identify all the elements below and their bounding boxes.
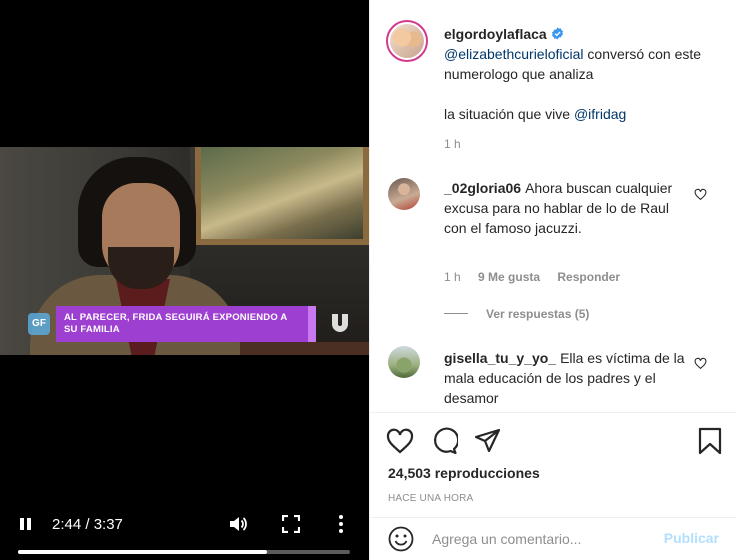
like-heart-icon[interactable] bbox=[386, 427, 414, 455]
lower-third-text: AL PARECER, FRIDA SEGUIRÁ EXPONIENDO A S… bbox=[64, 312, 288, 335]
more-options-icon[interactable] bbox=[336, 514, 346, 534]
comment-username[interactable]: gisella_tu_y_yo_ bbox=[444, 350, 556, 366]
comment-likes[interactable]: 9 Me gusta bbox=[478, 270, 540, 284]
comment-item: gisella_tu_y_yo_ Ella es víctima de la ma… bbox=[444, 348, 688, 408]
comment-input[interactable] bbox=[432, 528, 662, 550]
commenter-avatar[interactable] bbox=[388, 346, 420, 378]
emoji-icon[interactable] bbox=[388, 526, 414, 552]
video-progress-fill bbox=[18, 550, 267, 554]
time-display: 2:44 / 3:37 bbox=[52, 516, 123, 533]
post-sidebar: elgordoylaflaca @elizabethcurieloficial … bbox=[369, 0, 736, 560]
publish-button[interactable]: Publicar bbox=[664, 530, 719, 546]
like-comment-heart-icon[interactable] bbox=[694, 188, 707, 201]
reply-button[interactable]: Responder bbox=[557, 270, 620, 284]
view-replies-button[interactable]: Ver respuestas (5) bbox=[444, 307, 589, 321]
commenter-avatar[interactable] bbox=[388, 178, 420, 210]
comment-item: _02gloria06 Ahora buscan cualquier excusa… bbox=[444, 178, 688, 238]
lower-third-caption: AL PARECER, FRIDA SEGUIRÁ EXPONIENDO A S… bbox=[56, 306, 316, 342]
comment-icon[interactable] bbox=[430, 427, 458, 455]
shelf bbox=[230, 342, 369, 355]
network-logo-icon bbox=[332, 314, 348, 332]
wall-painting bbox=[195, 147, 369, 245]
comment-meta: 1 h 9 Me gusta Responder bbox=[444, 270, 634, 284]
channel-logo: GF bbox=[28, 313, 50, 335]
post-time: 1 h bbox=[444, 137, 461, 151]
view-count[interactable]: 24,503 reproducciones bbox=[388, 465, 540, 481]
comment-username[interactable]: _02gloria06 bbox=[444, 180, 521, 196]
lower-third-stripe bbox=[308, 306, 316, 342]
post-username[interactable]: elgordoylaflaca bbox=[444, 26, 547, 42]
video-player[interactable]: GF AL PARECER, FRIDA SEGUIRÁ EXPONIENDO … bbox=[0, 0, 369, 560]
video-progress-bar[interactable] bbox=[18, 550, 350, 554]
comment-time: 1 h bbox=[444, 270, 461, 284]
save-bookmark-icon[interactable] bbox=[696, 427, 724, 455]
verified-badge-icon bbox=[551, 27, 563, 40]
caption-text-2: la situación que vive bbox=[444, 106, 574, 122]
caption-mention-2[interactable]: @ifridag bbox=[574, 106, 626, 122]
account-avatar[interactable] bbox=[386, 20, 428, 62]
post-caption: elgordoylaflaca @elizabethcurieloficial … bbox=[444, 24, 720, 124]
video-controls: 2:44 / 3:37 bbox=[0, 500, 369, 560]
pause-button[interactable] bbox=[18, 516, 34, 532]
add-comment-bar: Publicar bbox=[370, 517, 736, 560]
caption-mention[interactable]: @elizabethcurieloficial bbox=[444, 46, 584, 62]
view-replies-label: Ver respuestas (5) bbox=[486, 307, 590, 321]
fullscreen-icon[interactable] bbox=[282, 515, 300, 533]
volume-icon[interactable] bbox=[228, 514, 248, 534]
like-comment-heart-icon[interactable] bbox=[694, 357, 707, 370]
comments-scroll-area[interactable]: elgordoylaflaca @elizabethcurieloficial … bbox=[370, 0, 736, 412]
replies-line bbox=[444, 313, 468, 314]
post-actions: 24,503 reproducciones HACE UNA HORA bbox=[370, 412, 736, 517]
share-icon[interactable] bbox=[474, 427, 502, 455]
posted-time: HACE UNA HORA bbox=[388, 493, 474, 504]
